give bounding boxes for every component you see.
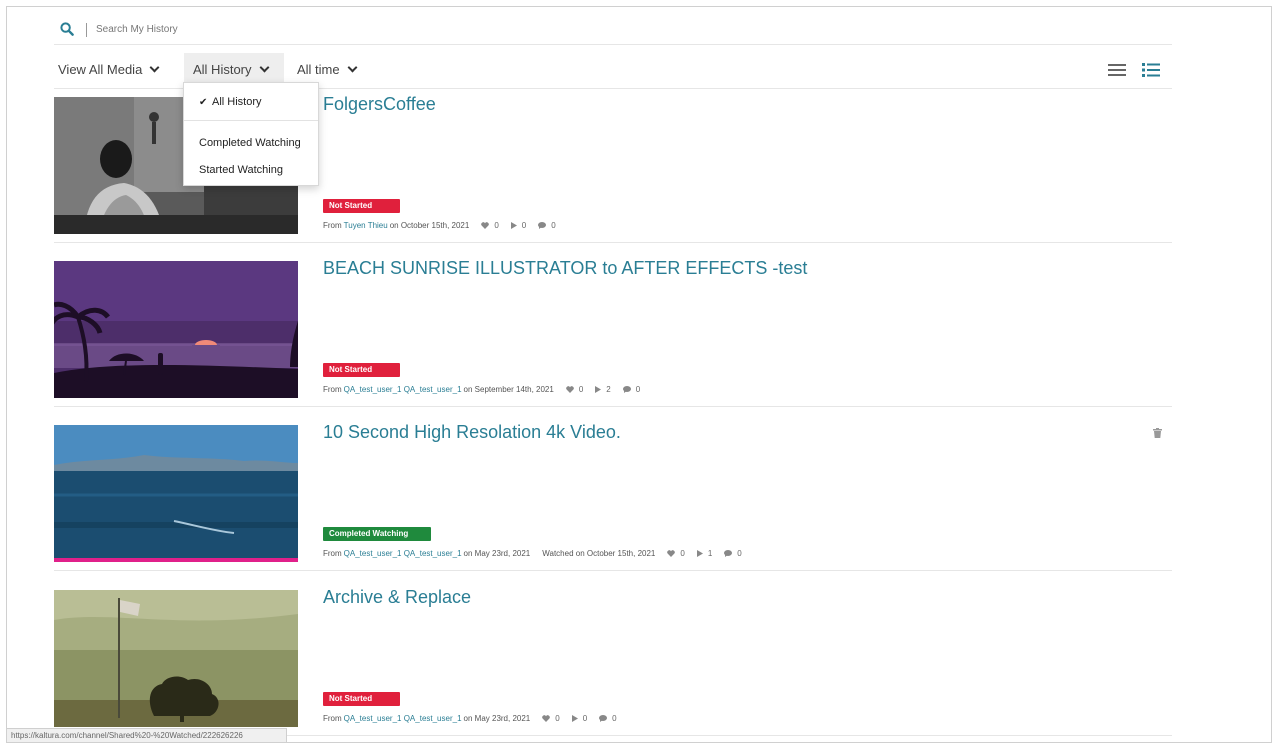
search-divider (86, 22, 87, 37)
all-history-label: All History (193, 61, 252, 77)
dropdown-divider (184, 120, 318, 121)
all-time-filter[interactable]: All time (297, 53, 358, 85)
entry-date: on May 23rd, 2021 (463, 549, 531, 558)
dropdown-item-completed-watching[interactable]: Completed Watching (184, 133, 318, 153)
author-link[interactable]: Tuyen Thieu (344, 221, 388, 230)
comment-icon (724, 550, 733, 557)
search-bar (54, 15, 1172, 45)
entry-title[interactable]: 10 Second High Resolation 4k Video. (323, 422, 621, 443)
entry-meta: From QA_test_user_1 QA_test_user_1 on Se… (323, 385, 640, 394)
search-input[interactable] (96, 24, 496, 35)
entry-title[interactable]: FolgersCoffee (323, 94, 436, 115)
video-thumbnail[interactable] (54, 590, 298, 727)
likes-stat: 0 (542, 714, 560, 723)
my-history-page: View All Media All History All time ✔ All… (6, 6, 1272, 743)
likes-stat: 0 (566, 385, 583, 394)
comment-icon (599, 715, 608, 722)
plays-stat: 0 (571, 714, 588, 723)
status-bar-url: https://kaltura.com/channel/Shared%20-%2… (7, 728, 287, 742)
play-icon (510, 222, 517, 229)
detail-view-icon[interactable] (1142, 62, 1160, 78)
video-thumbnail[interactable] (54, 261, 298, 398)
entry-meta: From QA_test_user_1 QA_test_user_1 on Ma… (323, 714, 617, 723)
play-icon (696, 550, 703, 557)
plays-count: 1 (707, 549, 713, 558)
from-label: From (323, 221, 342, 230)
play-icon (571, 715, 578, 722)
comments-count: 0 (551, 221, 556, 230)
dropdown-item-started-watching[interactable]: Started Watching (184, 160, 318, 180)
likes-count: 0 (680, 549, 685, 558)
all-time-label: All time (297, 61, 340, 77)
comments-stat: 0 (538, 221, 556, 230)
plays-count: 0 (521, 221, 527, 230)
author-link[interactable]: QA_test_user_1 QA_test_user_1 (344, 385, 462, 394)
likes-stat: 0 (667, 549, 685, 558)
chevron-down-icon (259, 62, 269, 72)
watched-date: Watched on October 15th, 2021 (542, 549, 656, 558)
comments-stat: 0 (599, 714, 617, 723)
all-history-filter[interactable]: All History (184, 53, 284, 85)
status-badge: Completed Watching (323, 527, 431, 541)
comments-count: 0 (737, 549, 742, 558)
comment-icon (622, 386, 631, 393)
history-filter-dropdown: ✔ All History Completed Watching Started … (183, 82, 319, 186)
comments-stat: 0 (724, 549, 742, 558)
status-badge: Not Started (323, 199, 400, 213)
plays-stat: 0 (510, 221, 527, 230)
view-all-media-filter[interactable]: View All Media (58, 53, 160, 85)
plays-stat: 1 (696, 549, 713, 558)
entry-date: on October 15th, 2021 (389, 221, 470, 230)
plays-count: 2 (606, 385, 611, 394)
play-icon (595, 386, 602, 393)
dropdown-item-label: Started Watching (199, 164, 283, 176)
entry-title[interactable]: Archive & Replace (323, 587, 471, 608)
from-label: From (323, 714, 342, 723)
list-view-icon[interactable] (1108, 63, 1126, 77)
comment-icon (538, 222, 547, 229)
view-all-media-label: View All Media (58, 61, 143, 77)
from-label: From (323, 385, 342, 394)
plays-count: 0 (582, 714, 588, 723)
author-link[interactable]: QA_test_user_1 QA_test_user_1 (344, 549, 462, 558)
checkmark-icon: ✔ (199, 97, 208, 108)
comments-count: 0 (635, 385, 641, 394)
chevron-down-icon (149, 62, 160, 72)
chevron-down-icon (347, 62, 358, 72)
list-item: Archive & Replace Not Started From QA_te… (54, 584, 1172, 736)
author-link[interactable]: QA_test_user_1 QA_test_user_1 (344, 714, 462, 723)
trash-icon[interactable] (1153, 425, 1162, 438)
likes-count: 0 (555, 714, 560, 723)
comments-stat: 0 (622, 385, 641, 394)
comments-count: 0 (612, 714, 617, 723)
plays-stat: 2 (595, 385, 611, 394)
entry-meta: From QA_test_user_1 QA_test_user_1 on Ma… (323, 549, 742, 558)
entry-date: on September 14th, 2021 (463, 385, 554, 394)
entry-date: on May 23rd, 2021 (463, 714, 531, 723)
likes-stat: 0 (481, 221, 499, 230)
heart-icon (667, 550, 676, 557)
entry-meta: From Tuyen Thieu on October 15th, 2021 0… (323, 221, 556, 230)
entry-title[interactable]: BEACH SUNRISE ILLUSTRATOR to AFTER EFFEC… (323, 258, 807, 279)
video-thumbnail[interactable] (54, 425, 298, 562)
status-badge: Not Started (323, 363, 400, 377)
likes-count: 0 (494, 221, 499, 230)
status-badge: Not Started (323, 692, 400, 706)
list-item: BEACH SUNRISE ILLUSTRATOR to AFTER EFFEC… (54, 255, 1172, 407)
likes-count: 0 (578, 385, 584, 394)
dropdown-item-all-history[interactable]: ✔ All History (184, 92, 318, 112)
search-icon[interactable] (60, 21, 76, 38)
heart-icon (542, 715, 551, 722)
dropdown-item-label: All History (212, 96, 262, 108)
heart-icon (566, 386, 574, 393)
list-item: 10 Second High Resolation 4k Video. Comp… (54, 419, 1172, 571)
heart-icon (481, 222, 490, 229)
dropdown-item-label: Completed Watching (199, 137, 301, 149)
from-label: From (323, 549, 342, 558)
